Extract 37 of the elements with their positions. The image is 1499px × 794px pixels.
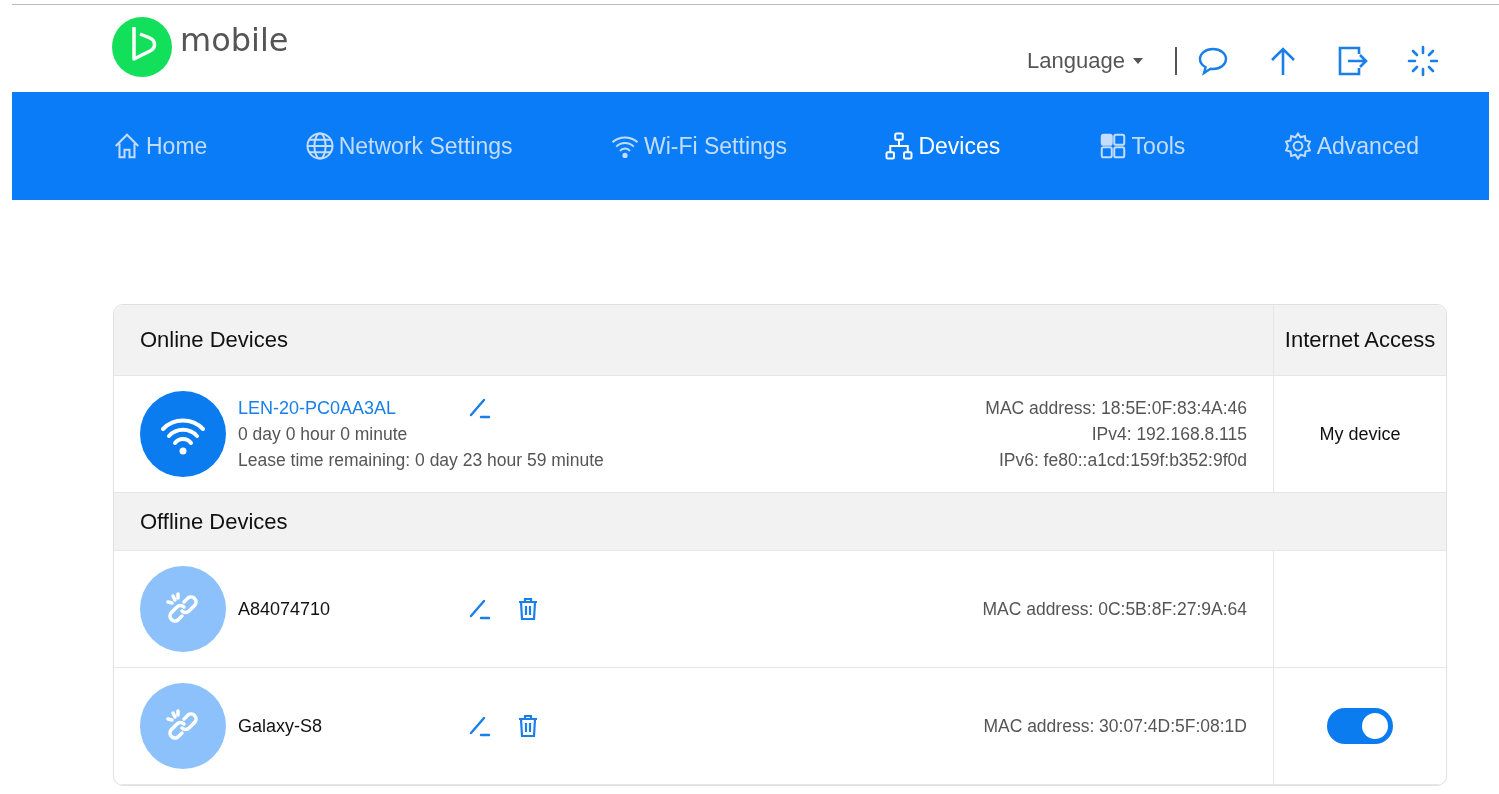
wifi-device-icon [140, 391, 226, 477]
nav-tab[interactable]: Network Settings [304, 131, 513, 161]
device-name: Galaxy-S8 [238, 715, 324, 737]
section-title: Online Devices [140, 327, 288, 353]
device-detail: MAC address: 30:07:4D:5F:08:1D [983, 715, 1247, 738]
trash-icon[interactable] [516, 713, 540, 739]
device-detail: MAC address: 0C:5B:8F:27:9A:64 [982, 598, 1247, 621]
broken-link-icon [140, 683, 226, 769]
device-detail: IPv6: fe80::a1cd:159f:b352:9f0d [998, 449, 1247, 472]
connected-time: 0 day 0 hour 0 minute [238, 423, 409, 446]
toggle-switch[interactable] [1327, 708, 1393, 744]
network-icon [884, 131, 915, 161]
logout-icon[interactable] [1337, 45, 1369, 77]
device-detail: MAC address: 18:5E:0F:83:4A:46 [985, 397, 1247, 420]
loading-icon[interactable] [1407, 45, 1439, 77]
gear-icon [1282, 131, 1313, 161]
logo-icon [112, 17, 172, 77]
language-dropdown[interactable]: Language [1027, 48, 1143, 74]
logo-text: mobile [180, 21, 289, 59]
device-detail: IPv4: 192.168.8.115 [1091, 423, 1247, 446]
section-title: Offline Devices [140, 508, 288, 535]
home-icon [112, 131, 142, 161]
column-header: Internet Access [1284, 327, 1436, 353]
nav-tab[interactable]: Wi-Fi Settings [609, 131, 788, 161]
lease-time: Lease time remaining: 0 day 23 hour 59 minute [238, 449, 605, 472]
trash-icon[interactable] [516, 596, 540, 622]
broken-link-icon [140, 566, 226, 652]
nav-tab[interactable]: Devices [884, 131, 1001, 161]
nav-tab[interactable]: Advanced [1282, 131, 1419, 161]
device-name: A84074710 [238, 598, 332, 620]
nav-tab[interactable]: Home [112, 131, 208, 161]
chat-icon[interactable] [1197, 45, 1229, 77]
globe-icon [304, 131, 335, 161]
nav-tab[interactable]: Tools [1097, 131, 1186, 161]
caret-icon [1133, 58, 1143, 64]
device-name-link[interactable]: LEN-20-PC0AA3AL [238, 397, 444, 419]
access-label: My device [1319, 423, 1401, 445]
